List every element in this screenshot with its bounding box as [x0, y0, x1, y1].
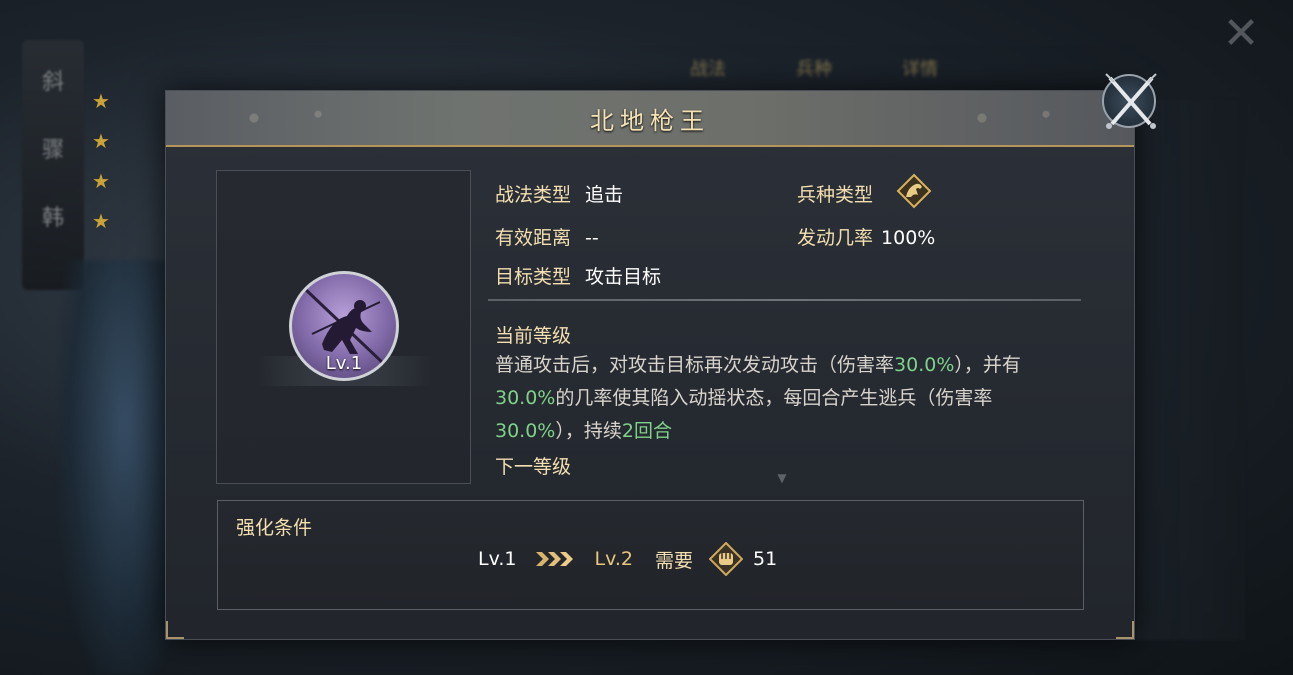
background-tab: 战法 — [690, 59, 726, 80]
banner-glyph: 骤 — [41, 138, 64, 163]
fist-token-icon — [708, 542, 743, 576]
desc-text: 的几率使其陷入动摇状态，每回合产生逃兵（伤害率 — [555, 387, 993, 409]
desc-highlight: 2回合 — [621, 420, 672, 442]
type-value: 追击 — [585, 184, 624, 206]
desc-highlight: 30.0% — [495, 420, 556, 442]
info-type: 战法类型 追击 — [495, 180, 623, 207]
skill-level: Lv.1 — [325, 353, 363, 374]
star-icon: ★ — [92, 169, 110, 193]
current-level-label: 当前等级 — [495, 325, 572, 347]
background-tab: 兵种 — [796, 59, 832, 80]
desc-text: 普通攻击后，对攻击目标再次发动攻击（伤害率 — [495, 354, 895, 376]
info-rate: 发动几率 100% — [797, 223, 935, 250]
corner-ornament — [166, 621, 184, 639]
banner-glyph: 斜 — [41, 70, 64, 95]
desc-text: ），持续 — [555, 420, 622, 442]
desc-highlight: 30.0% — [894, 354, 955, 376]
divider — [488, 299, 1081, 301]
type-label: 战法类型 — [495, 184, 572, 206]
triple-chevron-right-icon — [536, 550, 574, 568]
background-tab: 详情 — [902, 59, 938, 80]
background-right-panel — [1135, 100, 1245, 640]
rate-value: 100% — [881, 227, 936, 249]
enhance-title: 强化条件 — [236, 517, 313, 539]
background-tabs: 战法 兵种 详情 — [690, 55, 938, 81]
desc-text: ），并有 — [954, 354, 1021, 376]
upgrade-requirement: Lv.1 Lv.2 需要 51 — [478, 542, 778, 576]
skill-detail-dialog: 北地枪王 Lv.1 战法类型 追击 有效距离 -- 目标类型 攻击目标 兵种类型 发动… — [165, 90, 1135, 640]
desc-highlight: 30.0% — [495, 387, 556, 409]
banner-glyph: 韩 — [41, 206, 64, 231]
need-label: 需要 — [654, 549, 693, 572]
dialog-header: 北地枪王 — [166, 91, 1134, 147]
background-stars: ★ ★ ★ ★ — [92, 90, 114, 250]
range-value: -- — [585, 227, 599, 249]
to-level: Lv.2 — [594, 548, 633, 570]
background-close-icon: ✕ — [1222, 8, 1260, 59]
skill-icon-panel: Lv.1 — [216, 170, 471, 484]
info-troop: 兵种类型 — [797, 180, 873, 207]
next-level-label: 下一等级 — [495, 456, 572, 478]
star-icon: ★ — [92, 129, 110, 153]
info-range: 有效距离 -- — [495, 223, 599, 250]
info-target: 目标类型 攻击目标 — [495, 262, 661, 289]
chevron-down-icon[interactable]: ▼ — [772, 471, 792, 485]
target-label: 目标类型 — [495, 266, 572, 288]
need-count: 51 — [752, 548, 778, 570]
skill-description: 普通攻击后，对攻击目标再次发动攻击（伤害率30.0%），并有30.0%的几率使其… — [495, 349, 1080, 448]
enhance-conditions-box: 强化条件 Lv.1 Lv.2 需要 51 — [217, 500, 1084, 610]
rate-label: 发动几率 — [797, 227, 874, 249]
from-level: Lv.1 — [478, 548, 517, 570]
dialog-title: 北地枪王 — [590, 107, 710, 135]
range-label: 有效距离 — [495, 227, 572, 249]
troop-label: 兵种类型 — [797, 184, 874, 206]
star-icon: ★ — [92, 209, 110, 233]
corner-ornament — [1116, 621, 1134, 639]
cavalry-horse-icon — [896, 173, 932, 209]
background-banner: 斜 骤 韩 — [22, 40, 84, 290]
crossed-swords-close-icon[interactable] — [1102, 73, 1157, 129]
target-value: 攻击目标 — [585, 266, 662, 288]
star-icon: ★ — [92, 89, 110, 113]
